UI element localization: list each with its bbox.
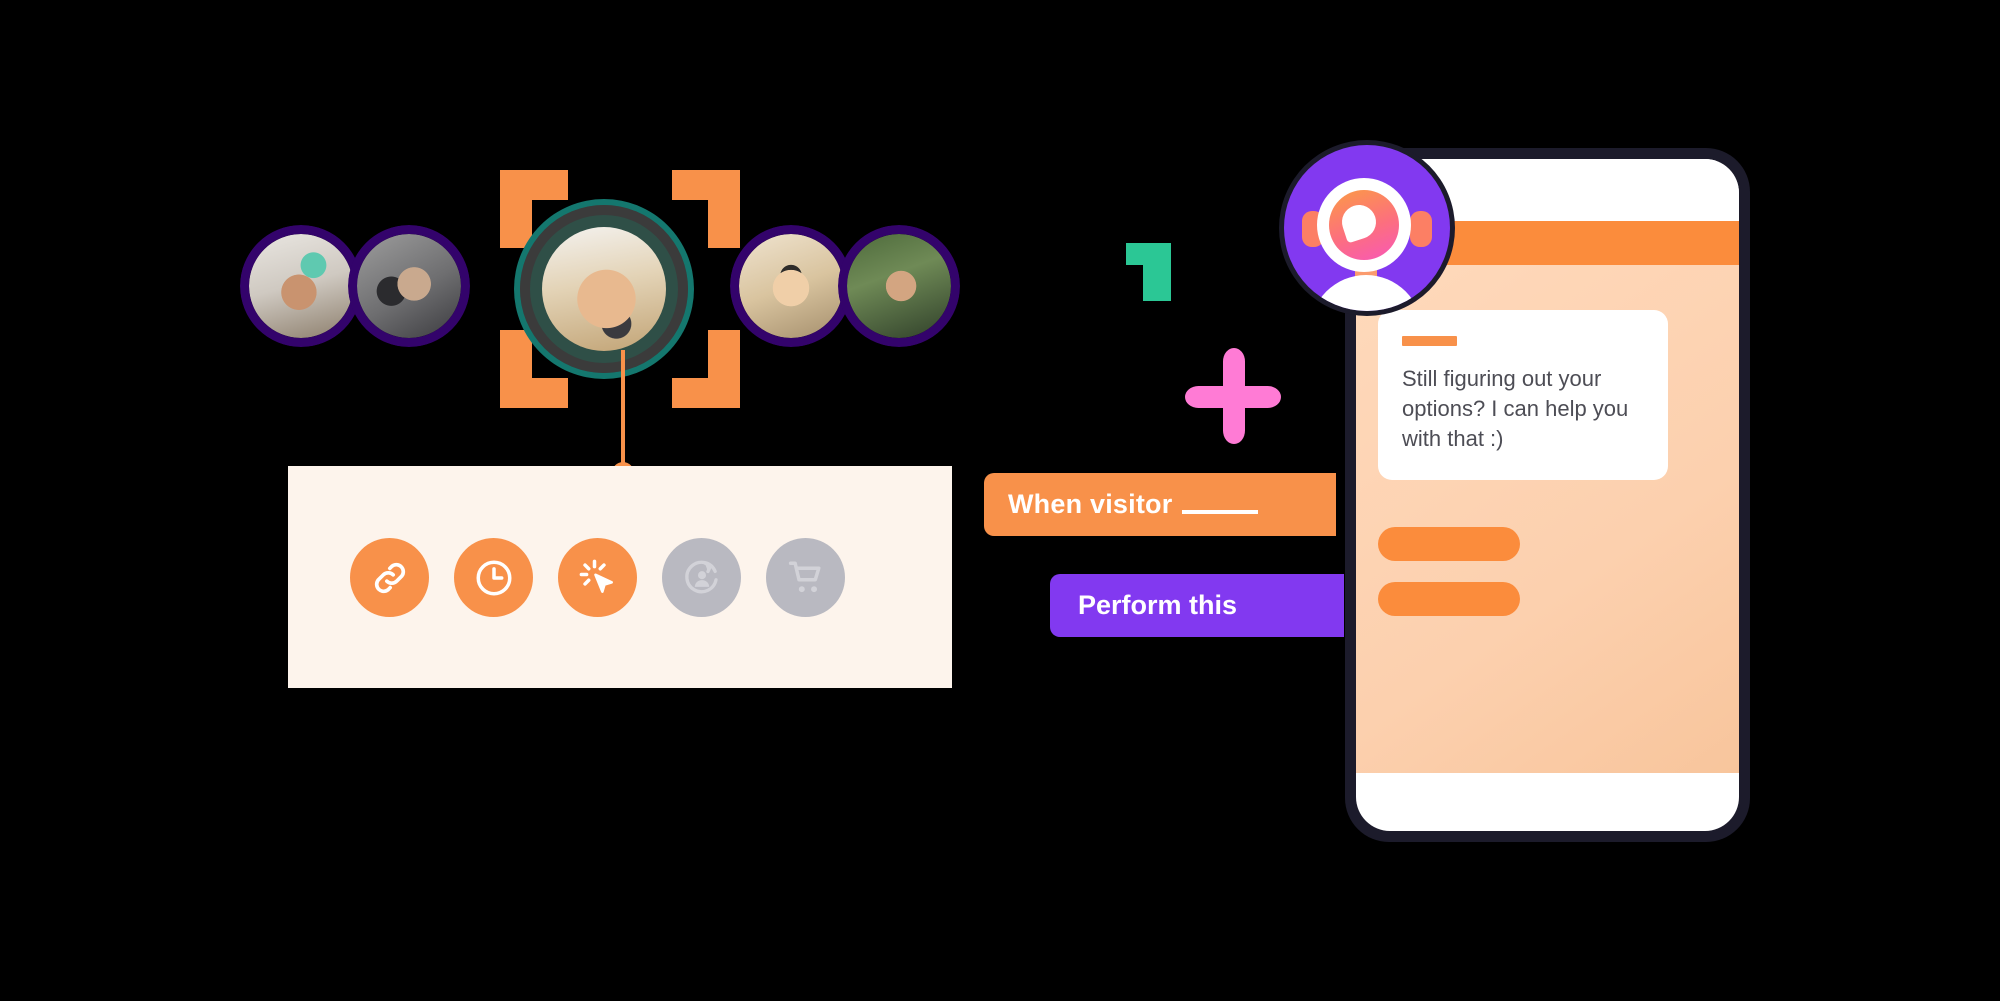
visitor-avatar-5[interactable] [838, 225, 960, 347]
click-cursor-icon [577, 557, 619, 599]
clock-icon-button[interactable] [454, 538, 533, 617]
focused-visitor-avatar[interactable] [520, 205, 688, 373]
shopping-cart-icon [785, 557, 827, 599]
link-icon-button[interactable] [350, 538, 429, 617]
quick-reply-1[interactable] [1378, 527, 1520, 561]
click-cursor-icon-button[interactable] [558, 538, 637, 617]
returning-visitor-icon [681, 557, 723, 599]
visitor-avatar-1[interactable] [240, 225, 362, 347]
pink-sparkle-shape [1185, 348, 1281, 444]
trigger-panel [288, 466, 952, 688]
chatbot-avatar[interactable] [1284, 145, 1450, 311]
chat-message-text: Still figuring out your options? I can h… [1402, 366, 1629, 451]
returning-visitor-icon-button[interactable] [662, 538, 741, 617]
avatar-ring [838, 225, 960, 347]
perform-this-text: Perform this [1078, 590, 1238, 620]
when-visitor-label[interactable]: When visitor [984, 473, 1336, 536]
bot-ear-right-icon [1410, 211, 1432, 247]
bracket-bottom-right [672, 378, 740, 408]
avatar-photo [542, 227, 666, 351]
bot-body [1310, 275, 1422, 311]
illustration-stage: When visitor Perform this Still figuring… [0, 0, 2000, 1001]
trigger-icon-strip [350, 538, 845, 617]
perform-this-label[interactable]: Perform this [1050, 574, 1344, 637]
chat-message-bubble: Still figuring out your options? I can h… [1378, 310, 1668, 480]
link-icon [369, 557, 411, 599]
quick-reply-2[interactable] [1378, 582, 1520, 616]
bracket-top-left [500, 170, 568, 200]
when-visitor-blank [1182, 496, 1259, 514]
avatar-ring [730, 225, 852, 347]
green-accent-shape [1126, 243, 1171, 301]
bubble-accent-dash [1402, 336, 1457, 346]
avatar-ring [240, 225, 362, 347]
visitor-avatar-4[interactable] [730, 225, 852, 347]
chat-body: Still figuring out your options? I can h… [1356, 265, 1739, 773]
shopping-cart-icon-button[interactable] [766, 538, 845, 617]
visitor-avatar-2[interactable] [348, 225, 470, 347]
bracket-bottom-left [500, 378, 568, 408]
avatar-ring [348, 225, 470, 347]
bracket-top-right [672, 170, 740, 200]
when-visitor-text: When visitor [1008, 489, 1173, 519]
connector-line [621, 350, 625, 475]
clock-icon [473, 557, 515, 599]
